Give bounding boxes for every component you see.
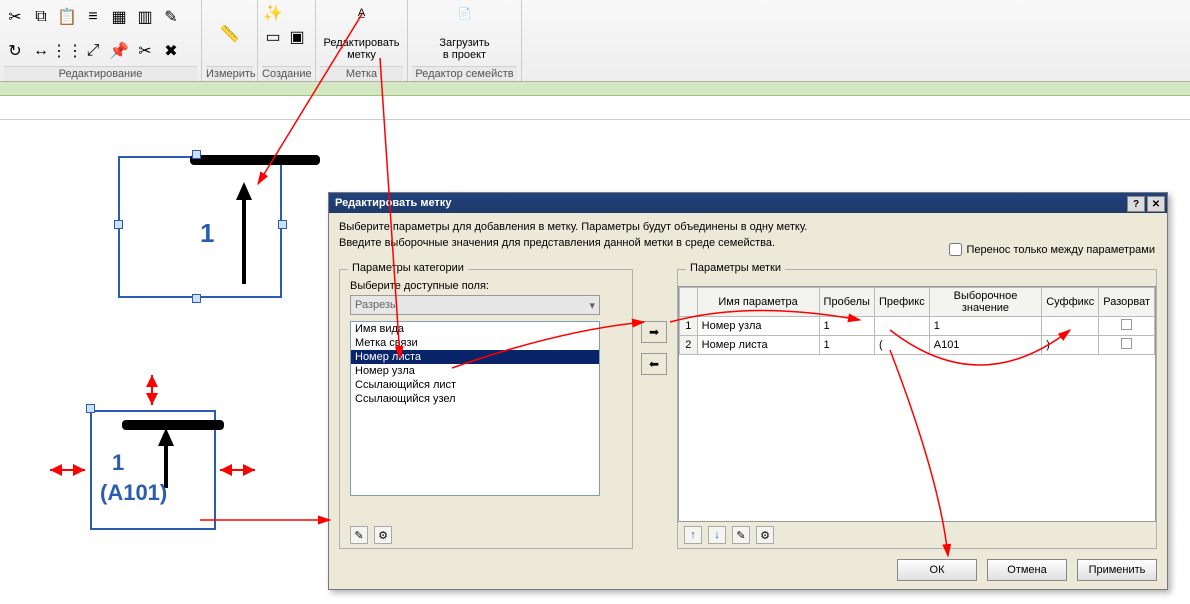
edit-label-button[interactable]: A̲ Редактировать метку — [322, 4, 402, 64]
table-row[interactable]: 1 Номер узла 1 1 — [680, 317, 1155, 336]
cut-icon[interactable]: ✂ — [4, 6, 26, 28]
load-project-icon: 📄 — [451, 7, 479, 35]
dialog-titlebar[interactable]: Редактировать метку ? ✕ — [329, 193, 1167, 213]
load-project-text: Загрузить в проект — [439, 37, 489, 61]
col-name: Имя параметра — [697, 288, 819, 317]
diagram-2[interactable]: 1 (A101) — [90, 410, 216, 530]
cancel-button[interactable]: Отмена — [987, 559, 1067, 581]
edit-label-icon: A̲ — [348, 7, 376, 35]
diagram-1[interactable]: 1 — [118, 156, 282, 298]
paste-icon[interactable]: 📋 — [56, 6, 78, 28]
new-param-icon[interactable]: ✎ — [350, 526, 368, 544]
help-button[interactable]: ? — [1127, 196, 1145, 212]
list-item[interactable]: Метка связи — [351, 336, 599, 350]
new-param-icon-2[interactable]: ✎ — [732, 526, 750, 544]
array-icon[interactable]: ⋮⋮ — [56, 40, 78, 62]
close-button[interactable]: ✕ — [1147, 196, 1165, 212]
remove-param-button[interactable]: ⬅ — [641, 353, 667, 375]
mirror-icon[interactable]: ▥ — [134, 6, 156, 28]
list-item[interactable]: Ссылающийся узел — [351, 392, 599, 406]
panel-create-label: Создание — [262, 66, 311, 81]
category-combo[interactable]: Разрезы ▾ — [350, 295, 600, 315]
create-icon-2[interactable]: ▭ — [262, 26, 284, 48]
ribbon: ✂ ⧉ 📋 ≡ ▦ ▥ ✎ ↻ ↔ ⋮⋮ ⤢ 📌 ✂ ✖ Редактирова… — [0, 0, 1190, 82]
category-params-title: Параметры категории — [348, 262, 468, 274]
offset-icon[interactable]: ↔ — [30, 40, 52, 62]
list-item[interactable]: Номер узла — [351, 364, 599, 378]
category-params-group: Параметры категории Выберите доступные п… — [339, 269, 633, 549]
table-row[interactable]: 2 Номер листа 1 ( A101 ) — [680, 336, 1155, 355]
edit-label-dialog: Редактировать метку ? ✕ Выберите парамет… — [328, 192, 1168, 590]
panel-label-label: Метка — [320, 66, 403, 81]
move-up-icon[interactable]: ↑ — [684, 526, 702, 544]
col-break: Разорват — [1099, 288, 1155, 317]
delete-icon[interactable]: ✖ — [160, 40, 182, 62]
dialog-title: Редактировать метку — [335, 197, 451, 209]
dialog-desc-1: Выберите параметры для добавления в метк… — [339, 221, 1157, 233]
panel-edit-label: Редактирование — [4, 66, 197, 81]
copy-icon[interactable]: ⧉ — [30, 6, 52, 28]
panel-family-label: Редактор семейств — [412, 66, 517, 81]
panel-measure-label: Измерить — [206, 66, 253, 81]
rotate-icon[interactable]: ↻ — [4, 40, 26, 62]
wrap-checkbox-label: Перенос только между параметрами — [966, 244, 1155, 256]
label-params-group: Параметры метки Имя параметра Пробелы Пр… — [677, 269, 1157, 549]
available-fields-list[interactable]: Имя вида Метка связи Номер листа Номер у… — [350, 321, 600, 496]
edit-label-text: Редактировать метку — [324, 37, 400, 61]
wrap-checkbox[interactable] — [949, 243, 962, 256]
label-params-title: Параметры метки — [686, 262, 785, 274]
col-sample: Выборочное значение — [929, 288, 1041, 317]
wrap-checkbox-row[interactable]: Перенос только между параметрами — [949, 243, 1155, 256]
diagram-2-number: 1 — [112, 450, 124, 476]
add-param-button[interactable]: ➡ — [641, 321, 667, 343]
list-item[interactable]: Ссылающийся лист — [351, 378, 599, 392]
edit-param-icon-2[interactable]: ⚙ — [756, 526, 774, 544]
list-item-selected[interactable]: Номер листа — [351, 350, 599, 364]
pattern-icon[interactable]: ▦ — [108, 6, 130, 28]
move-down-icon[interactable]: ↓ — [708, 526, 726, 544]
split-icon[interactable]: ✂ — [134, 40, 156, 62]
col-spaces: Пробелы — [819, 288, 874, 317]
diagram-2-sheet: (A101) — [100, 480, 167, 506]
pin-icon[interactable]: 📌 — [108, 40, 130, 62]
create-icon-3[interactable]: ▣ — [286, 26, 308, 48]
green-strip — [0, 82, 1190, 96]
available-fields-label: Выберите доступные поля: — [350, 280, 622, 292]
list-item[interactable]: Имя вида — [351, 322, 599, 336]
view-tabs-strip — [0, 96, 1190, 120]
load-project-button[interactable]: 📄 Загрузить в проект — [425, 4, 505, 64]
edit-param-icon[interactable]: ⚙ — [374, 526, 392, 544]
category-combo-value: Разрезы — [355, 299, 398, 311]
create-icon-1[interactable]: ✨ — [262, 2, 284, 24]
diagram-1-number: 1 — [200, 218, 214, 249]
col-suffix: Суффикс — [1042, 288, 1099, 317]
measure-icon[interactable]: 📏 — [219, 23, 241, 45]
chevron-down-icon: ▾ — [589, 299, 595, 312]
col-prefix: Префикс — [874, 288, 929, 317]
ok-button[interactable]: ОК — [897, 559, 977, 581]
trim-icon[interactable]: ✎ — [160, 6, 182, 28]
label-params-table[interactable]: Имя параметра Пробелы Префикс Выборочное… — [679, 287, 1155, 355]
scale-icon[interactable]: ⤢ — [82, 40, 104, 62]
apply-button[interactable]: Применить — [1077, 559, 1157, 581]
align-icon[interactable]: ≡ — [82, 6, 104, 28]
